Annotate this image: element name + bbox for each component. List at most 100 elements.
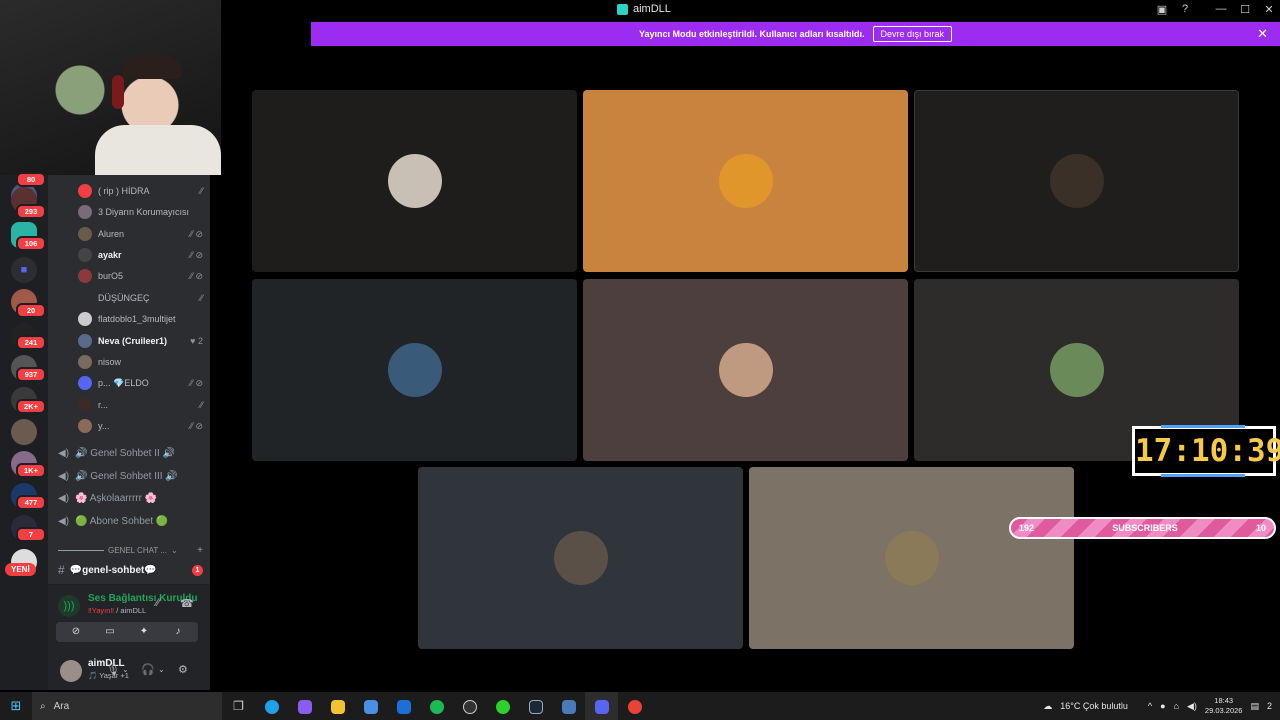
voice-user[interactable]: r... ⁄⁄ (78, 396, 203, 414)
video-tile[interactable] (252, 90, 577, 272)
mute-deafen-icon: ⁄⁄ ⊘ (189, 377, 203, 388)
close-icon[interactable]: ✕ (1257, 26, 1268, 42)
avatar[interactable] (60, 660, 82, 682)
new-badge[interactable]: YENİ (5, 563, 36, 576)
text-channel[interactable]: # 💬genel-sohbet💬 1 (58, 562, 203, 578)
voice-location[interactable]: ‼Yayın‼ / aimDLL (88, 606, 146, 615)
app-logo-icon (617, 3, 628, 15)
discord-icon[interactable] (585, 692, 618, 720)
chevron-down-icon[interactable]: ⌄ (122, 665, 129, 674)
avatar (78, 291, 92, 305)
store-icon[interactable] (354, 692, 387, 720)
disconnect-icon[interactable]: ☎ (180, 597, 194, 610)
voice-user[interactable]: Aluren ⁄⁄ ⊘ (78, 225, 203, 243)
copilot-icon[interactable] (288, 692, 321, 720)
chevron-down-icon[interactable]: ⌄ (158, 665, 165, 674)
folder-icon[interactable]: ■ (11, 257, 37, 283)
mic-icon[interactable]: ● (1160, 701, 1165, 711)
add-channel-icon[interactable]: + (197, 545, 203, 556)
signal-icon[interactable]: ))) (58, 595, 80, 617)
avatar (78, 376, 92, 390)
avatar (78, 227, 92, 241)
avatar (718, 343, 773, 397)
chrome-icon[interactable] (618, 692, 651, 720)
notification-icon[interactable]: ▤ (1250, 701, 1259, 712)
notification-count: 2 (1266, 701, 1272, 711)
avatar (387, 343, 442, 397)
disable-streamer-mode-button[interactable]: Devre dışı bırak (872, 26, 953, 42)
avatar (78, 312, 92, 326)
video-tile[interactable] (914, 90, 1239, 272)
help-icon[interactable]: ? (1177, 3, 1193, 15)
taskbar: ⊞ ⌕ Ara ❐ ☁ 16°C Çok bulutlu ^ ● ⌂ ◀) 18… (0, 692, 1280, 720)
mute-icon: ⁄⁄ (199, 186, 203, 196)
video-tile[interactable] (583, 90, 908, 272)
webcam-overlay (0, 0, 221, 175)
minimize-button[interactable]: — (1213, 3, 1229, 15)
window-title: aimDLL (617, 3, 671, 15)
volume-icon[interactable]: ◀) (1187, 701, 1197, 712)
close-window-button[interactable]: ✕ (1261, 3, 1277, 16)
voice-user[interactable]: burO5 ⁄⁄ ⊘ (78, 267, 203, 285)
voice-user[interactable]: 3 Diyarın Korumayıcısı (78, 203, 203, 221)
server-badge: 2K+ (16, 399, 46, 414)
voice-user[interactable]: ayakr ⁄⁄ ⊘ (78, 246, 203, 264)
xbox-icon[interactable] (486, 692, 519, 720)
avatar (718, 154, 773, 208)
voice-channel[interactable]: ◀) 🟢 Abone Sohbet 🟢 (58, 512, 168, 530)
video-tile[interactable] (583, 279, 908, 461)
server-badge: 20 (16, 303, 46, 318)
avatar (553, 531, 608, 585)
task-view-icon[interactable]: ❐ (222, 692, 255, 720)
soundboard-button[interactable]: ♪ (158, 622, 198, 642)
obs-icon[interactable] (453, 692, 486, 720)
voice-user[interactable]: Neva (Cruileer1) ♥ 2 (78, 332, 203, 350)
spotify-icon[interactable] (420, 692, 453, 720)
voice-channel[interactable]: ◀) 🌸 Aşkolaarrrrr 🌸 (58, 489, 157, 507)
voice-user[interactable]: y... ⁄⁄ ⊘ (78, 417, 203, 435)
banner-text: Yayıncı Modu etkinleştirildi. Kullanıcı … (638, 29, 865, 39)
category-header[interactable]: GENEL CHAT ... ⌄ + (58, 545, 203, 556)
maximize-button[interactable]: ☐ (1237, 3, 1253, 16)
noise-suppression-icon[interactable]: ⁄⁄ (156, 597, 160, 609)
voice-channel[interactable]: ◀) 🔊 Genel Sohbet III 🔊 (58, 467, 178, 485)
weather-text[interactable]: 16°C Çok bulutlu (1060, 701, 1128, 711)
voice-user[interactable]: flatdoblo1_3multijet (78, 310, 203, 328)
speaker-icon: ◀) (58, 470, 70, 482)
windows-start-icon[interactable]: ⊞ (0, 698, 32, 714)
voice-user[interactable]: ( rip ) HİDRA ⁄⁄ (78, 182, 203, 200)
channel-sidebar: ( rip ) HİDRA ⁄⁄ 3 Diyarın Korumayıcısı A… (48, 175, 210, 690)
headphones-icon[interactable]: 🎧 (141, 663, 155, 676)
server-badge: 241 (16, 335, 46, 350)
weather-icon[interactable]: ☁ (1043, 701, 1052, 712)
app-icon[interactable] (552, 692, 585, 720)
video-tile[interactable] (252, 279, 577, 461)
inbox-icon[interactable]: ▣ (1154, 3, 1170, 16)
server-rail: 80 293 106 ■ 20 241 937 2K+ 1K+ 477 7 (0, 172, 48, 690)
network-icon[interactable]: ⌂ (1174, 701, 1179, 711)
avatar (884, 531, 939, 585)
file-explorer-icon[interactable] (321, 692, 354, 720)
video-tile[interactable] (418, 467, 743, 649)
video-tile[interactable] (749, 467, 1074, 649)
settings-gear-icon[interactable]: ⚙ (178, 663, 188, 676)
server-icon[interactable] (11, 419, 37, 445)
edge-icon[interactable] (255, 692, 288, 720)
voice-channel[interactable]: ◀) 🔊 Genel Sohbet II 🔊 (58, 444, 175, 462)
avatar (387, 154, 442, 208)
stream-clock: 17:10:39 (1132, 425, 1280, 477)
speaker-icon: ◀) (58, 515, 70, 527)
chevron-up-icon[interactable]: ^ (1148, 701, 1152, 711)
microphone-icon[interactable]: 🎙 (106, 663, 120, 676)
mute-deafen-icon: ⁄⁄ ⊘ (189, 270, 203, 281)
outlook-icon[interactable] (387, 692, 420, 720)
taskbar-search[interactable]: ⌕ Ara (32, 692, 222, 720)
avatar (78, 205, 92, 219)
voice-user[interactable]: p... 💎ELDO ⁄⁄ ⊘ (78, 374, 203, 392)
voice-user[interactable]: nisow (78, 353, 203, 371)
server-badge: 7 (16, 527, 46, 542)
avatar (78, 355, 92, 369)
taskbar-clock[interactable]: 18:43 29.03.2026 (1205, 696, 1243, 716)
steam-icon[interactable] (519, 692, 552, 720)
voice-user[interactable]: DÜŞÜNGEÇ ⁄⁄ (78, 289, 203, 307)
